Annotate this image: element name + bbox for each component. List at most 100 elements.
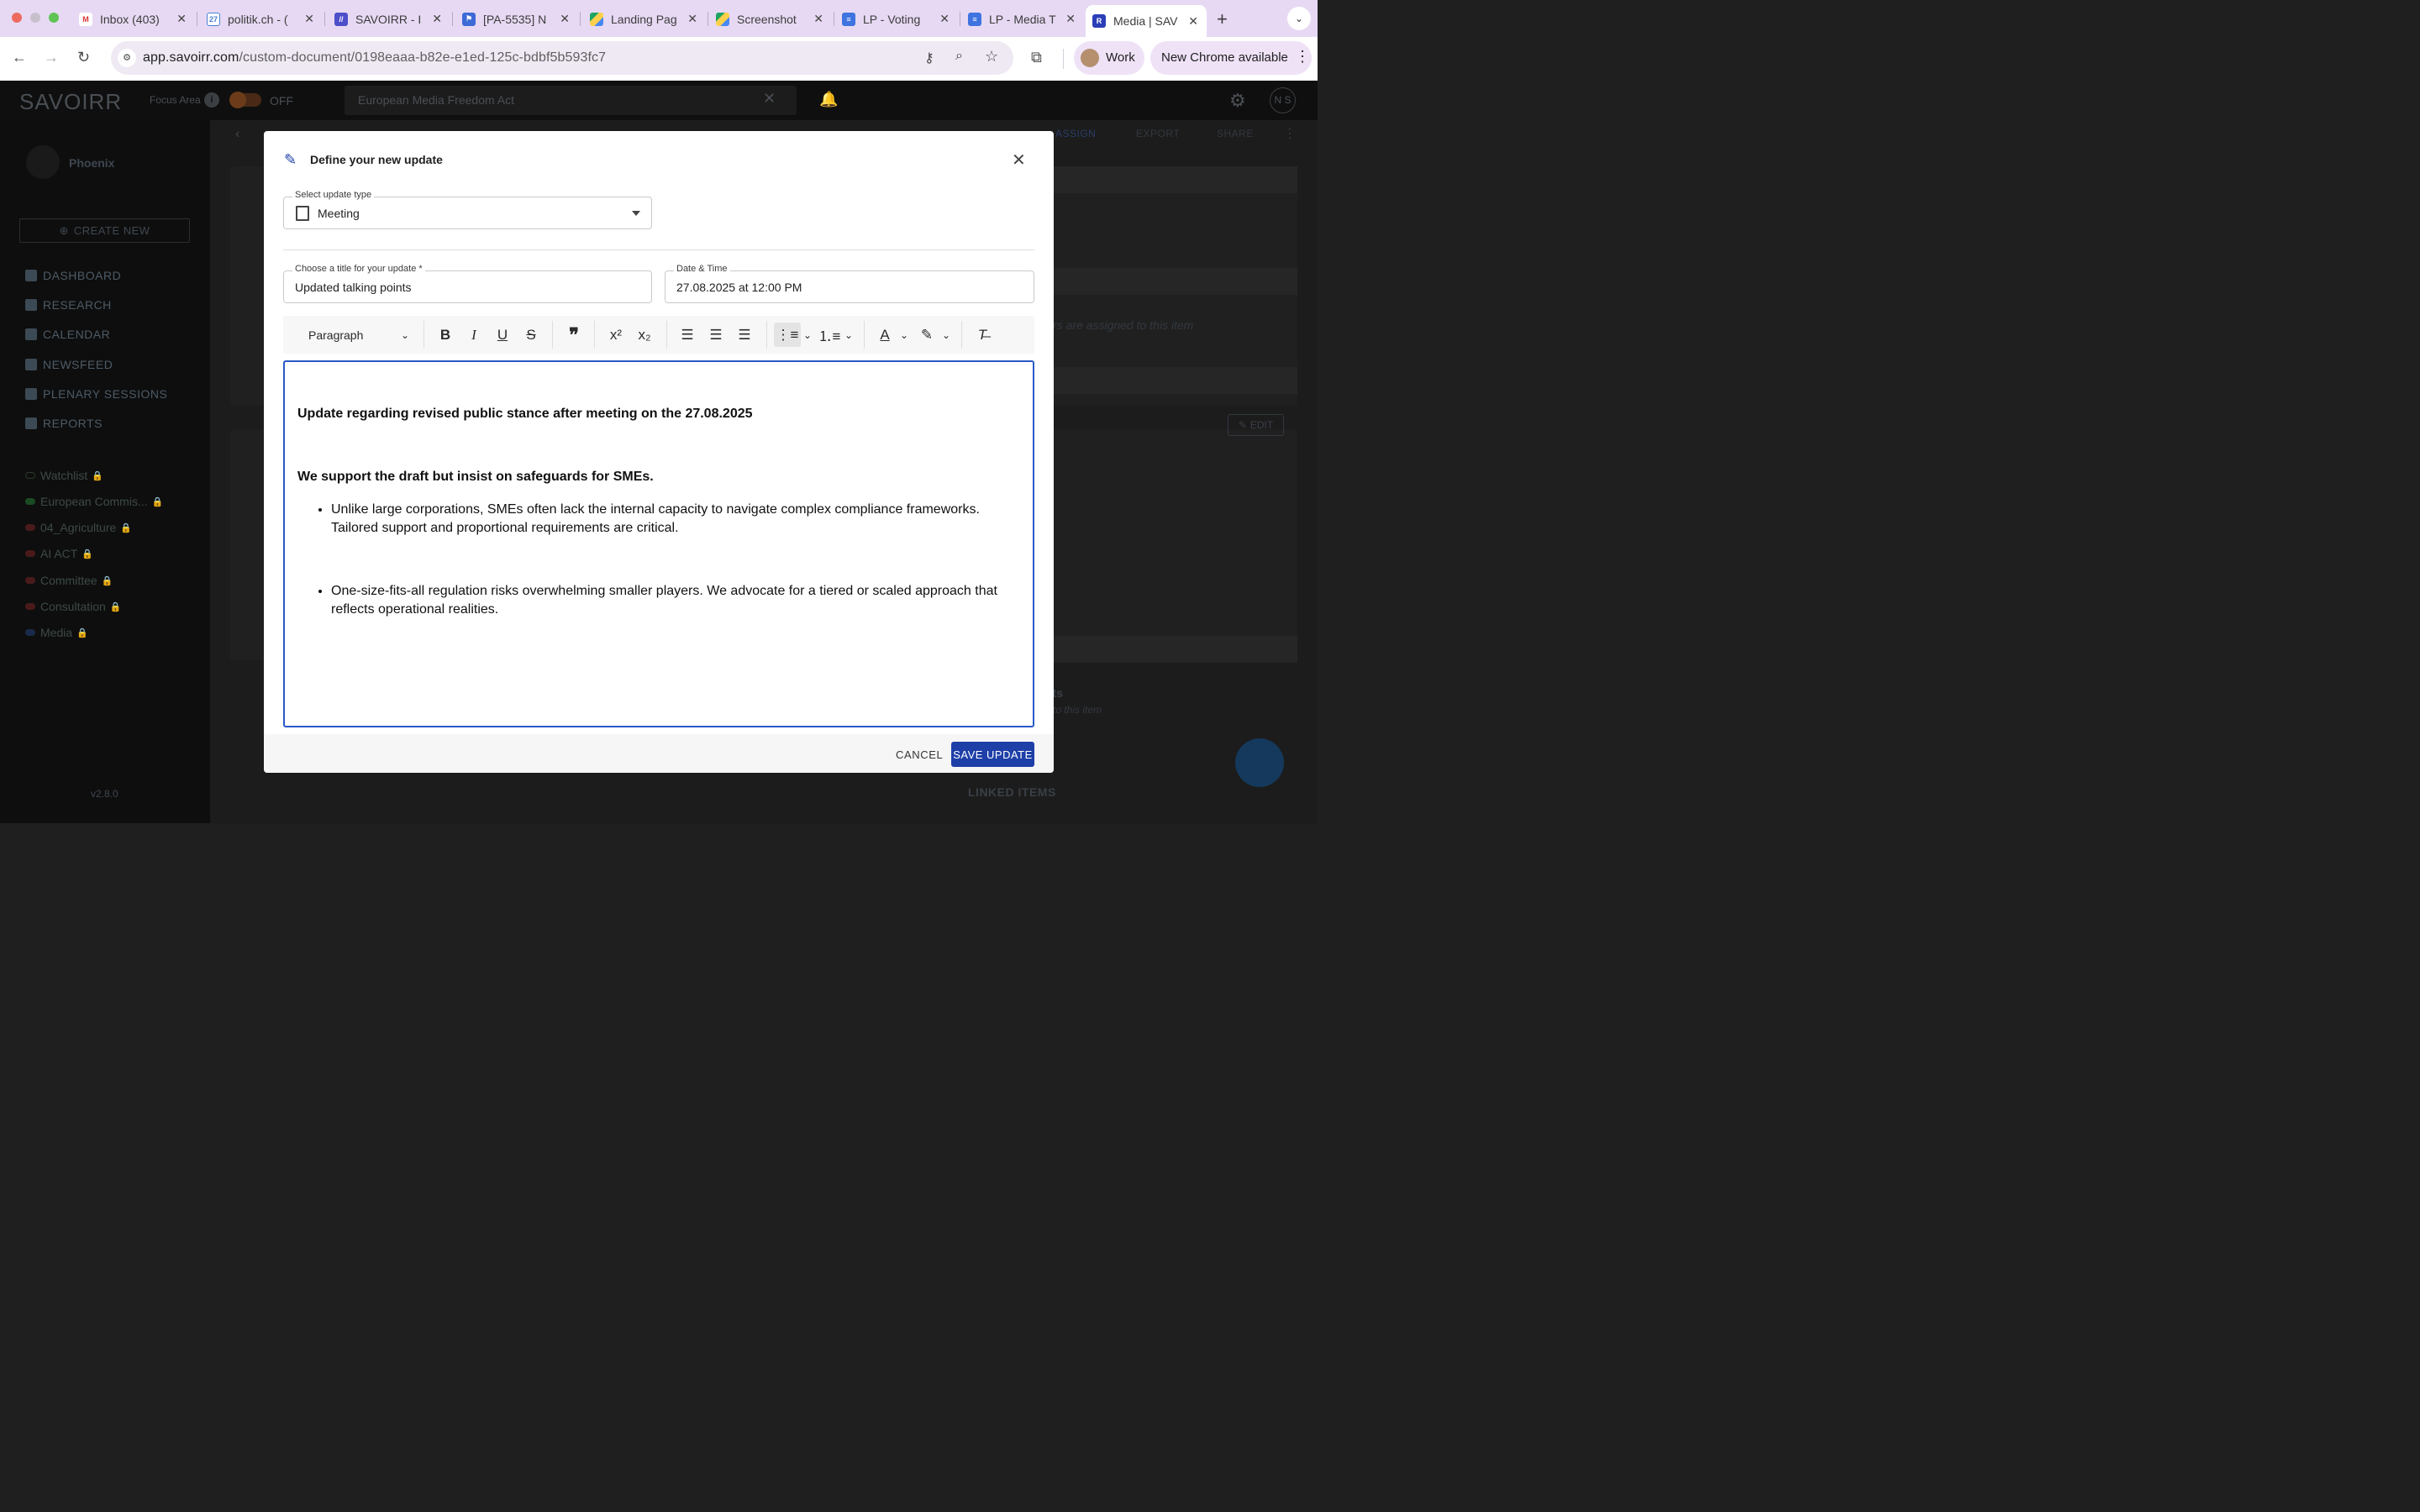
forward-icon[interactable]: → <box>44 49 59 66</box>
close-tab-icon[interactable]: ✕ <box>939 12 950 26</box>
blockquote-button[interactable]: ❞ <box>562 323 586 347</box>
font-color-button[interactable]: A <box>873 323 897 347</box>
clear-search-icon[interactable]: ✕ <box>763 90 776 108</box>
align-right-button[interactable]: ☰ <box>733 323 756 347</box>
bullet-list-options-icon[interactable]: ⌄ <box>802 323 813 347</box>
browser-tab[interactable]: ⚑ [PA-5535] N ✕ <box>455 7 578 31</box>
watchlist-item[interactable]: Watchlist 🔒 <box>25 469 103 482</box>
dialog-title: Define your new update <box>310 153 443 166</box>
bullet-list-button[interactable]: ⋮≡ <box>774 323 801 347</box>
browser-tab[interactable]: Landing Pag ✕ <box>583 7 706 31</box>
user-avatar[interactable]: N S <box>1270 87 1296 113</box>
close-tab-icon[interactable]: ✕ <box>432 12 442 26</box>
assign-button[interactable]: ASSIGN <box>1055 128 1096 139</box>
nav-dashboard[interactable]: DASHBOARD <box>25 269 121 282</box>
numbered-list-button[interactable]: ⒈≡ <box>818 323 841 347</box>
browser-tab[interactable]: 27 politik.ch - ( ✕ <box>200 7 323 31</box>
browser-tab-active[interactable]: R Media | SAV ✕ <box>1086 5 1207 37</box>
password-key-icon[interactable]: ⚷ <box>924 50 934 66</box>
settings-gear-icon[interactable]: ⚙ <box>1229 90 1246 112</box>
nav-newsfeed[interactable]: NEWSFEED <box>25 358 113 371</box>
create-new-button[interactable]: ⊕ CREATE NEW <box>19 218 190 243</box>
watchlist-item[interactable]: Media 🔒 <box>25 626 88 639</box>
kebab-menu-icon[interactable]: ⋮ <box>1295 48 1310 66</box>
browser-tab[interactable]: ≡ LP - Voting ✕ <box>835 7 958 31</box>
tab-title: Screenshot <box>737 12 797 26</box>
editor-heading: We support the draft but insist on safeg… <box>297 470 654 484</box>
close-tab-icon[interactable]: ✕ <box>1065 12 1076 26</box>
minimize-window-button[interactable] <box>30 13 40 23</box>
align-left-button[interactable]: ☰ <box>676 323 699 347</box>
superscript-button[interactable]: x² <box>604 323 628 347</box>
update-title-label: Choose a title for your update * <box>292 264 425 274</box>
close-tab-icon[interactable]: ✕ <box>687 12 697 26</box>
clear-formatting-button[interactable]: T̶ <box>971 323 994 347</box>
extensions-icon[interactable]: ⧉ <box>1031 49 1042 66</box>
back-chevron-icon[interactable]: ‹ <box>235 127 239 142</box>
tab-search-icon[interactable]: ⌄ <box>1287 7 1311 30</box>
workspace-name[interactable]: Phoenix <box>69 156 114 170</box>
export-button[interactable]: EXPORT <box>1136 128 1180 139</box>
profile-button[interactable]: Work <box>1074 41 1144 75</box>
docs-icon: ≡ <box>842 12 855 26</box>
zoom-icon[interactable]: ⌕ <box>955 49 963 64</box>
new-tab-icon[interactable]: + <box>1217 8 1228 30</box>
highlight-options-icon[interactable]: ⌄ <box>940 323 952 347</box>
nav-calendar[interactable]: CALENDAR <box>25 328 110 341</box>
underline-button[interactable]: U <box>491 323 514 347</box>
watchlist-item[interactable]: European Commis... 🔒 <box>25 495 163 508</box>
share-button[interactable]: SHARE <box>1217 128 1254 139</box>
app-logo[interactable]: SAVOIRR <box>19 89 122 115</box>
watchlist-item[interactable]: AI ACT 🔒 <box>25 547 93 560</box>
site-info-icon[interactable]: ⚙ <box>118 49 136 67</box>
more-icon[interactable]: ⋮ <box>1283 125 1297 142</box>
strikethrough-button[interactable]: S <box>519 323 543 347</box>
update-type-select[interactable]: Select update type Meeting <box>283 190 652 229</box>
align-center-button[interactable]: ☰ <box>704 323 728 347</box>
notification-bell-icon[interactable]: 🔔 <box>819 91 838 108</box>
app-header: SAVOIRR Focus Area i OFF European Media … <box>0 81 1318 120</box>
nav-plenary-sessions[interactable]: PLENARY SESSIONS <box>25 387 167 401</box>
help-chat-button[interactable] <box>1235 738 1284 787</box>
back-icon[interactable]: ← <box>12 49 27 66</box>
numbered-list-options-icon[interactable]: ⌄ <box>843 323 855 347</box>
browser-tab[interactable]: ≡ LP - Media T ✕ <box>961 7 1084 31</box>
edit-button[interactable]: ✎ EDIT <box>1228 414 1284 436</box>
watchlist-item[interactable]: 04_Agriculture 🔒 <box>25 521 132 534</box>
address-bar[interactable]: ⚙ app.savoirr.com/custom-document/0198ea… <box>111 41 1013 75</box>
nav-research[interactable]: RESEARCH <box>25 298 112 312</box>
rich-text-editor[interactable]: Update regarding revised public stance a… <box>283 360 1034 727</box>
chrome-update-button[interactable]: New Chrome available ⋮ <box>1150 41 1312 75</box>
save-update-button[interactable]: SAVE UPDATE <box>951 742 1034 767</box>
italic-button[interactable]: I <box>462 323 486 347</box>
close-window-button[interactable] <box>12 13 22 23</box>
subscript-button[interactable]: x₂ <box>633 323 656 347</box>
close-dialog-icon[interactable]: ✕ <box>1012 150 1026 171</box>
app-search-input[interactable]: European Media Freedom Act ✕ <box>345 86 797 115</box>
watchlist-color-dot <box>25 550 35 557</box>
close-tab-icon[interactable]: ✕ <box>560 12 570 26</box>
info-icon[interactable]: i <box>204 92 219 108</box>
browser-tab[interactable]: M Inbox (403) ✕ <box>72 7 195 31</box>
watchlist-color-dot <box>25 629 35 636</box>
font-color-options-icon[interactable]: ⌄ <box>898 323 910 347</box>
highlight-button[interactable]: ✎ <box>915 323 939 347</box>
bookmark-star-icon[interactable]: ☆ <box>985 48 998 66</box>
close-tab-icon[interactable]: ✕ <box>176 12 187 26</box>
reload-icon[interactable]: ↻ <box>77 49 90 66</box>
datetime-label: Date & Time <box>674 264 730 274</box>
browser-tab[interactable]: // SAVOIRR - I ✕ <box>328 7 450 31</box>
watchlist-item[interactable]: Committee 🔒 <box>25 574 113 587</box>
close-tab-icon[interactable]: ✕ <box>813 12 823 26</box>
close-tab-icon[interactable]: ✕ <box>304 12 314 26</box>
maximize-window-button[interactable] <box>49 13 59 23</box>
datetime-input[interactable]: Date & Time 27.08.2025 at 12:00 PM <box>665 264 1034 303</box>
cancel-button[interactable]: CANCEL <box>886 742 953 767</box>
watchlist-item[interactable]: Consultation 🔒 <box>25 600 122 613</box>
bold-button[interactable]: B <box>434 323 457 347</box>
update-title-input[interactable]: Choose a title for your update * Updated… <box>283 264 652 303</box>
close-tab-icon[interactable]: ✕ <box>1188 14 1198 29</box>
nav-reports[interactable]: REPORTS <box>25 417 103 430</box>
paragraph-style-select[interactable]: Paragraph ⌄ <box>308 323 416 347</box>
browser-tab[interactable]: Screenshot ✕ <box>709 7 832 31</box>
